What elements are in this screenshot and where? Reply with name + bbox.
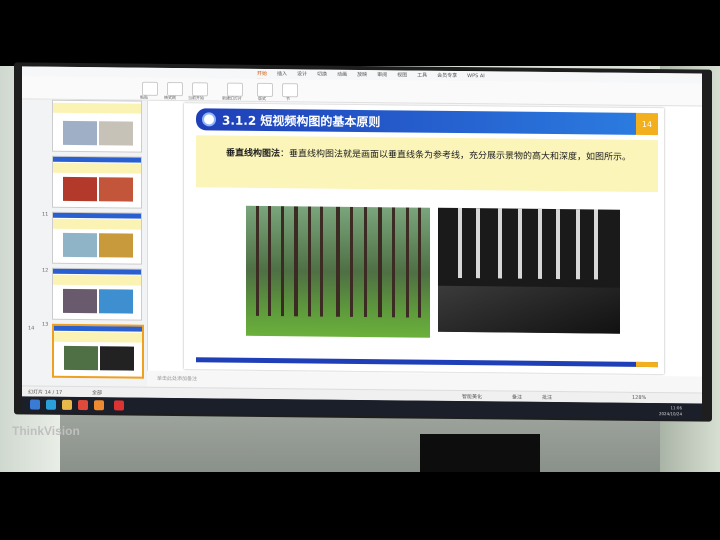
app-icon[interactable]: [94, 400, 104, 411]
slide-counter: 幻灯片 14 / 17: [28, 389, 63, 396]
slide-page-number: 14: [636, 112, 658, 136]
zoom-level[interactable]: 128%: [632, 395, 646, 401]
folder-icon[interactable]: [62, 399, 72, 410]
slide-thumbnail[interactable]: [52, 155, 142, 209]
chrome-icon[interactable]: [78, 400, 88, 411]
layout-label: 版式: [258, 95, 266, 101]
ribbon-tab[interactable]: 插入: [277, 69, 287, 79]
section-button[interactable]: [282, 83, 298, 98]
monitor-stand: [420, 434, 540, 472]
slide-bottom-rule: [196, 357, 658, 368]
wps-icon[interactable]: [114, 400, 124, 411]
ribbon-tab[interactable]: 放映: [357, 70, 367, 80]
slide-text-box[interactable]: 垂直线构图法：垂直线构图法就是画面以垂直线条为参考线，充分展示景物的高大和深度，…: [196, 135, 658, 193]
slide-body: ：垂直线构图法就是画面以垂直线条为参考线，充分展示景物的高大和深度，如图所示。: [280, 149, 632, 163]
forest-image[interactable]: [246, 205, 430, 338]
monitor-bezel: 开始 插入 设计 切换 动画 放映 审阅 视图 工具 会员专享 WPS AI 粘贴 格式刷 当前开始…: [14, 62, 712, 422]
slide-body-paragraph: 垂直线构图法：垂直线构图法就是画面以垂直线条为参考线，充分展示景物的高大和深度，…: [226, 146, 646, 166]
architecture-image[interactable]: [438, 207, 620, 334]
new-slide-label: 新建幻灯片: [222, 95, 242, 101]
slide-thumbnail[interactable]: [52, 267, 142, 321]
format-painter-label: 格式刷: [164, 94, 176, 101]
ribbon-tab[interactable]: 视图: [397, 70, 407, 80]
windows-start-icon[interactable]: [30, 399, 40, 410]
slide-thumbnail-selected[interactable]: [52, 323, 144, 379]
taskbar-clock[interactable]: 11:06 2024/10/24: [659, 405, 682, 417]
font-status[interactable]: 全部: [92, 389, 102, 396]
clock-date: 2024/10/24: [658, 411, 682, 417]
slide-bottom-accent: [636, 361, 658, 368]
ribbon-tab[interactable]: WPS AI: [467, 71, 485, 81]
slide-thumbnail[interactable]: [52, 211, 142, 265]
slide-title-bar: 3.1.2 短视频构图的基本原则: [196, 108, 636, 135]
start-from-current-label: 当前开始: [188, 95, 204, 101]
ribbon-tab[interactable]: 审阅: [377, 70, 387, 80]
thumbnail-number: 12: [42, 267, 49, 274]
thumbnail-number: 13: [42, 321, 49, 328]
ribbon-tab[interactable]: 切换: [317, 70, 327, 80]
notes-placeholder: 单击此处添加备注: [157, 375, 198, 383]
slide-canvas[interactable]: 3.1.2 短视频构图的基本原则 14 垂直线构图法：垂直线构图法就是画面以垂直…: [184, 103, 664, 375]
slide-term: 垂直线构图法: [226, 148, 281, 160]
slide-thumbnail-panel: 11 12 13 14: [22, 99, 148, 404]
comments-button[interactable]: 批注: [542, 394, 552, 401]
thumbnail-number: 11: [42, 211, 49, 218]
smart-beautify-button[interactable]: 智能美化: [462, 393, 482, 400]
ribbon-tab[interactable]: 会员专享: [437, 71, 457, 81]
thumbnail-number: 14: [28, 325, 35, 332]
slide-title: 3.1.2 短视频构图的基本原则: [222, 113, 381, 130]
notes-button[interactable]: 备注: [512, 394, 522, 401]
edge-icon[interactable]: [46, 399, 56, 410]
section-label: 节: [286, 96, 290, 102]
ribbon-tab[interactable]: 设计: [297, 69, 307, 79]
slide-thumbnail[interactable]: [52, 99, 142, 153]
target-icon: [202, 112, 216, 127]
screen: 开始 插入 设计 切换 动画 放映 审阅 视图 工具 会员专享 WPS AI 粘贴 格式刷 当前开始…: [22, 66, 702, 404]
ribbon-tab[interactable]: 动画: [337, 70, 347, 80]
monitor-brand-logo: ThinkVision: [12, 424, 80, 438]
ribbon-tab[interactable]: 工具: [417, 71, 427, 81]
